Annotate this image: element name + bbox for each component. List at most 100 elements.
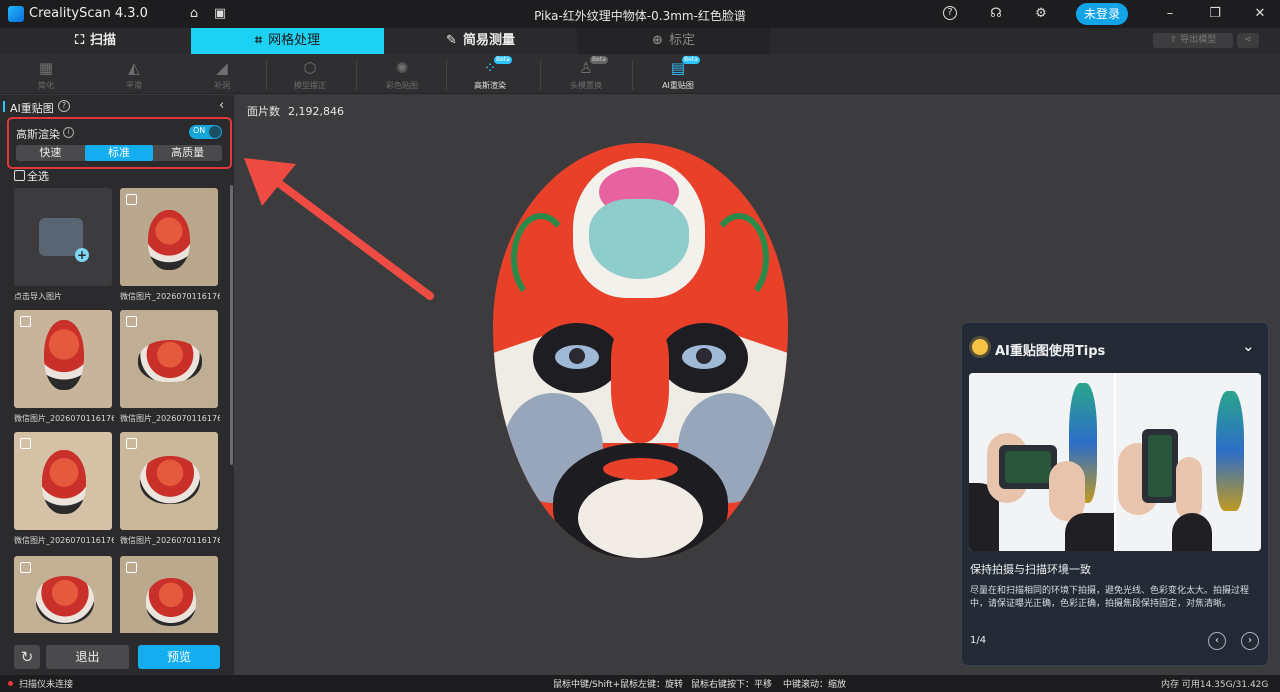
tab-scan[interactable]: ⛶ 扫描 (0, 28, 191, 54)
image-grid: 点击导入图片 微信图片_2026070116176... 微信图片_202607… (0, 188, 230, 633)
smooth-icon: ◭ (128, 59, 140, 77)
help-icon[interactable]: ? (58, 100, 70, 112)
chevron-right-icon[interactable]: › (1241, 632, 1259, 650)
beta-badge: Beta (682, 56, 700, 64)
status-indicator (8, 681, 13, 686)
chevron-left-icon[interactable]: ‹ (219, 98, 224, 113)
mask-photo (146, 578, 196, 626)
panel-title: AI重贴图 (10, 102, 54, 115)
toolbar-divider (266, 60, 267, 90)
app-logo-icon (8, 6, 24, 22)
checkbox-icon[interactable] (126, 316, 137, 327)
title-bar: CrealityScan 4.3.0 ⌂ ▣ Pika-红外纹理中物体-0.3m… (0, 0, 1280, 28)
toolbar-divider (446, 60, 447, 90)
tool-ai-retexture[interactable]: ▤ Beta AI重贴图 (648, 56, 708, 92)
mode-tabs: ⛶ 扫描 ⌗ 网格处理 ✎ 简易测量 ⊕ 标定 (0, 28, 1280, 54)
mesh-icon: ⌗ (254, 33, 263, 48)
beta-badge: Beta (494, 56, 512, 64)
tool-fill-hole[interactable]: ◢ 补洞 (192, 56, 252, 92)
restore-icon[interactable]: ❐ (1207, 6, 1223, 22)
home-icon[interactable]: ⌂ (186, 6, 202, 22)
import-image-button[interactable] (14, 188, 112, 286)
simplify-icon: ▦ (38, 59, 54, 77)
support-icon[interactable]: ☊ (988, 6, 1004, 22)
ruler-icon: ✎ (446, 33, 457, 48)
tips-pagination: 1/4 (970, 635, 987, 646)
chevron-left-icon[interactable]: ‹ (1208, 632, 1226, 650)
ai-retexture-panel: AI重贴图 ? ‹ 高斯渲染 i ON 快速 标准 高质量 全选 点击导入图片 (0, 95, 234, 675)
tool-simplify[interactable]: ▦ 简化 (16, 56, 76, 92)
close-icon[interactable]: ✕ (1252, 6, 1268, 22)
select-all-checkbox[interactable]: 全选 (14, 168, 49, 184)
image-thumbnail[interactable] (120, 556, 218, 633)
info-icon[interactable]: i (63, 127, 74, 138)
align-model-icon: ⬡ (303, 59, 317, 77)
image-name: 微信图片_2026070116176... (14, 414, 114, 423)
panel-header: AI重贴图 ? ‹ (0, 95, 234, 117)
folder-icon[interactable]: ▣ (212, 6, 228, 22)
tab-calibrate[interactable]: ⊕ 标定 (577, 28, 770, 54)
refresh-button[interactable]: ↻ (14, 645, 40, 669)
tips-illustration (969, 373, 1261, 551)
tool-align-model[interactable]: ⬡ 模型摆正 (280, 56, 340, 92)
panel-accent-bar (3, 101, 5, 112)
checkbox-icon[interactable] (20, 562, 31, 573)
image-thumbnail[interactable] (14, 310, 112, 408)
toggle-knob (209, 126, 221, 138)
gaussian-render-toggle[interactable]: ON (189, 125, 222, 139)
tips-subtitle: 保持拍摄与扫描环境一致 (970, 563, 1091, 576)
tab-measure[interactable]: ✎ 简易测量 (384, 28, 577, 54)
quality-standard[interactable]: 标准 (84, 145, 154, 161)
tool-smooth[interactable]: ◭ 平滑 (104, 56, 164, 92)
tool-gaussian-render[interactable]: ⁘ Beta 高斯渲染 (460, 56, 520, 92)
mask-photo (42, 450, 86, 514)
image-thumbnail[interactable] (120, 310, 218, 408)
exit-button[interactable]: 退出 (46, 645, 129, 669)
image-thumbnail[interactable] (120, 188, 218, 286)
mask-photo (140, 456, 200, 504)
quality-fast[interactable]: 快速 (16, 145, 85, 161)
tips-card: AI重贴图使用Tips ⌄ 保持拍摄与扫描环境一致 尽量在和扫描相同的环境下拍摄… (961, 322, 1269, 666)
tool-color-texture[interactable]: ✺ 彩色贴图 (372, 56, 432, 92)
checkbox-icon[interactable] (20, 316, 31, 327)
checkbox-icon[interactable] (126, 194, 137, 205)
toolbar-divider (632, 60, 633, 90)
image-thumbnail[interactable] (14, 556, 112, 633)
memory-usage: 内存 可用14.35G/31.42G (1161, 680, 1269, 690)
preview-button[interactable]: 预览 (138, 645, 220, 669)
scan-icon: ⛶ (74, 33, 85, 48)
image-name: 微信图片_2026070116176... (120, 292, 220, 301)
tab-mesh-processing[interactable]: ⌗ 网格处理 (191, 28, 384, 54)
help-icon[interactable]: ? (943, 6, 957, 20)
tool-head-swap[interactable]: ♙ Beta 头模置换 (556, 56, 616, 92)
image-name: 微信图片_2026070116176... (120, 414, 220, 423)
checkbox-icon[interactable] (20, 438, 31, 449)
chevron-down-icon[interactable]: ⌄ (1242, 337, 1255, 355)
rotate-hint: 鼠标中键/Shift+鼠标左键：旋转 (553, 680, 684, 690)
image-thumbnail[interactable] (14, 432, 112, 530)
share-icon[interactable]: ⋖ (1237, 33, 1259, 48)
palette-icon: ✺ (395, 59, 409, 77)
toolbar-divider (540, 60, 541, 90)
app-window: CrealityScan 4.3.0 ⌂ ▣ Pika-红外纹理中物体-0.3m… (0, 0, 1280, 692)
checkbox-icon[interactable] (126, 438, 137, 449)
face-count: 面片数 2,192,846 (247, 105, 344, 118)
gaussian-render-highlight: 高斯渲染 i ON 快速 标准 高质量 (7, 117, 232, 169)
quality-high[interactable]: 高质量 (153, 145, 222, 161)
target-icon: ⊕ (652, 33, 663, 48)
tips-title: AI重贴图使用Tips (995, 344, 1106, 359)
settings-icon[interactable]: ⚙ (1033, 6, 1049, 22)
mask-photo (138, 340, 202, 382)
login-button[interactable]: 未登录 (1076, 3, 1128, 25)
export-model-button[interactable]: ⇪ 导出模型 (1153, 33, 1233, 48)
checkbox-icon[interactable] (126, 562, 137, 573)
minimize-icon[interactable]: – (1162, 6, 1178, 22)
panel-scrollbar[interactable] (230, 185, 233, 465)
image-thumbnail[interactable] (120, 432, 218, 530)
refresh-icon: ↻ (20, 648, 34, 666)
3d-mask-model[interactable] (493, 143, 788, 558)
image-name: 微信图片_2026070116176... (14, 536, 114, 545)
beta-badge: Beta (590, 56, 608, 64)
export-icon: ⇪ (1169, 35, 1178, 45)
mask-photo (36, 576, 94, 624)
